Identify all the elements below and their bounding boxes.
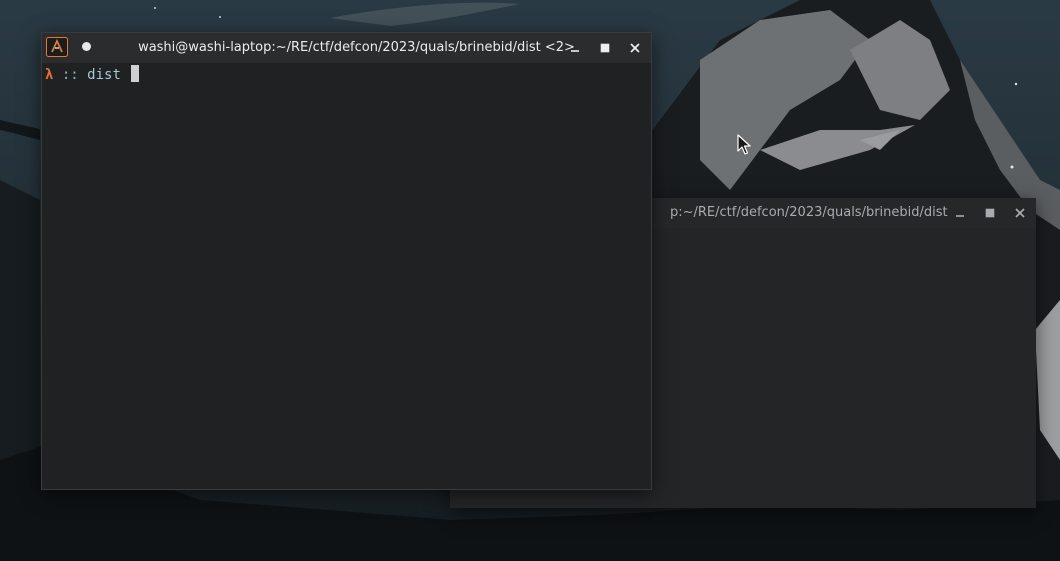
- terminal-body-front[interactable]: λ :: dist: [42, 63, 651, 489]
- mouse-pointer-icon: [737, 134, 751, 155]
- titlebar-front[interactable]: washi@washi-laptop:~/RE/ctf/defcon/2023/…: [42, 33, 651, 63]
- minimize-button-back[interactable]: [945, 198, 975, 228]
- maximize-icon: [985, 208, 995, 218]
- close-icon: [1015, 208, 1025, 218]
- maximize-button-front[interactable]: [590, 33, 620, 63]
- minimize-icon: [571, 50, 579, 52]
- close-button-front[interactable]: [620, 33, 650, 63]
- minimize-button-front[interactable]: [560, 33, 590, 63]
- prompt-lambda: λ: [45, 67, 54, 83]
- maximize-icon: [600, 43, 610, 53]
- prompt-directory: dist: [87, 67, 121, 83]
- close-icon: [630, 43, 640, 53]
- desktop: p:~/RE/ctf/defcon/2023/quals/brinebid/di…: [0, 0, 1060, 561]
- terminal-window-front[interactable]: washi@washi-laptop:~/RE/ctf/defcon/2023/…: [41, 32, 652, 490]
- minimize-icon: [956, 215, 964, 217]
- text-cursor: [131, 65, 140, 82]
- prompt-separator: ::: [61, 67, 79, 83]
- pin-dot-icon[interactable]: [82, 42, 91, 51]
- konsole-terminal-icon[interactable]: [46, 37, 68, 57]
- maximize-button-back[interactable]: [975, 198, 1005, 228]
- close-button-back[interactable]: [1005, 198, 1035, 228]
